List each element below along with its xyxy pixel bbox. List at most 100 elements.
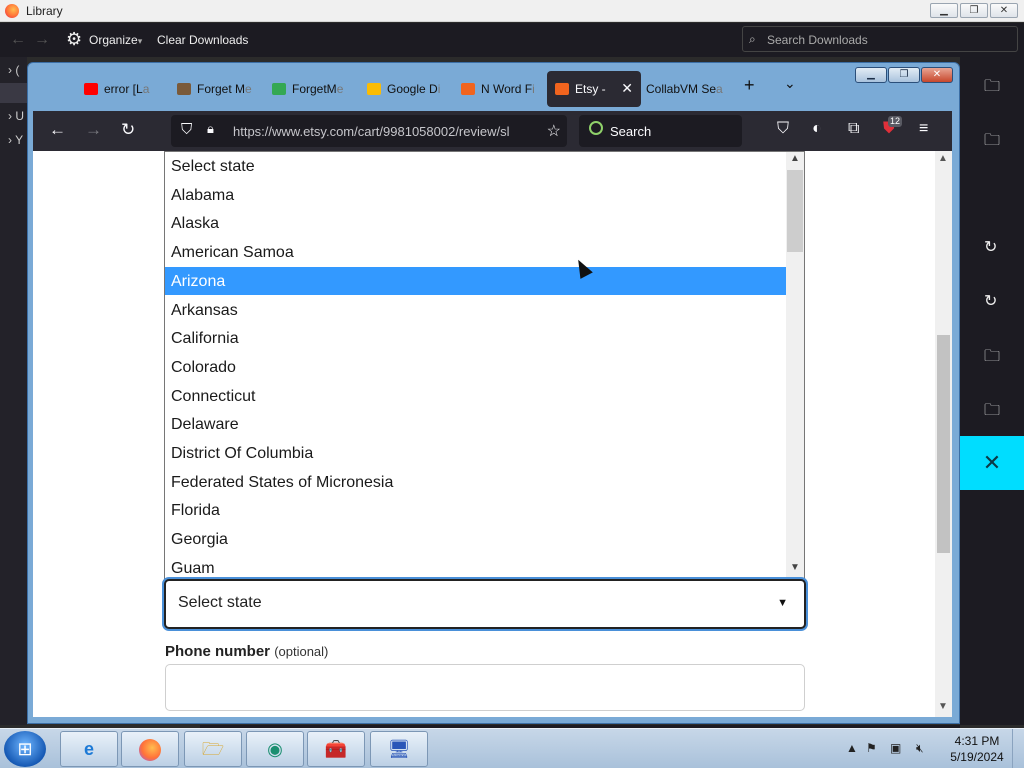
- tab-label-fade: i: [437, 82, 441, 96]
- phone-optional-note: (optional): [274, 644, 329, 659]
- youtube-icon: [84, 83, 98, 95]
- clock-date[interactable]: 5/19/2024: [948, 750, 1006, 764]
- sidebar-selected-row[interactable]: [0, 83, 27, 103]
- state-option[interactable]: Alabama: [165, 181, 787, 209]
- state-option[interactable]: Florida: [165, 496, 787, 524]
- state-option[interactable]: California: [165, 324, 787, 352]
- state-select[interactable]: Select state ▼: [164, 579, 806, 629]
- tab-3[interactable]: Google Di: [367, 71, 453, 107]
- file-explorer-icon[interactable]: 🗁: [184, 731, 242, 767]
- state-option[interactable]: Select state: [165, 152, 787, 180]
- folder-icon[interactable]: 🗀: [984, 399, 1000, 426]
- pocket-icon[interactable]: ⛉: [777, 120, 789, 138]
- state-option[interactable]: Arizona: [165, 267, 787, 295]
- back-arrow-icon[interactable]: ←: [49, 120, 66, 140]
- scroll-down-arrow-icon[interactable]: ▼: [790, 562, 800, 573]
- url-bar[interactable]: ⛉ 🔒︎ https://www.etsy.com/cart/998105800…: [171, 115, 567, 147]
- sidebar-expander-icon[interactable]: › U: [8, 109, 24, 123]
- volume-muted-icon[interactable]: 🔇︎: [916, 741, 924, 756]
- phone-number-input[interactable]: [165, 664, 805, 711]
- show-desktop-button[interactable]: [1012, 729, 1024, 768]
- folder-icon[interactable]: 🗀: [984, 345, 1000, 372]
- app-menu-hamburger-icon[interactable]: ≡: [919, 120, 928, 138]
- clear-downloads-button[interactable]: Clear Downloads: [157, 33, 248, 47]
- lock-icon[interactable]: 🔒︎: [207, 121, 214, 137]
- network-icon[interactable]: ▣: [890, 741, 901, 755]
- close-button[interactable]: ✕: [990, 3, 1018, 18]
- forward-arrow-icon[interactable]: →: [85, 120, 102, 140]
- remote-desktop-icon[interactable]: 🖥: [370, 731, 428, 767]
- search-downloads-input[interactable]: ⌕ Search Downloads: [742, 26, 1018, 52]
- state-option[interactable]: Delaware: [165, 410, 787, 438]
- caret-down-icon: ▼: [777, 597, 788, 609]
- close-tab-icon[interactable]: ✕: [621, 80, 633, 97]
- extensions-puzzle-icon[interactable]: ⧉: [848, 120, 859, 138]
- page-scrollbar[interactable]: ▲ ▼: [935, 151, 952, 717]
- state-option[interactable]: District Of Columbia: [165, 439, 787, 467]
- maximize-button[interactable]: ❐: [960, 3, 988, 18]
- etsy-icon: [461, 83, 475, 95]
- search-box[interactable]: Search: [579, 115, 742, 147]
- internet-explorer-icon[interactable]: e: [60, 731, 118, 767]
- scroll-up-arrow-icon[interactable]: ▲: [938, 153, 948, 164]
- tab-6[interactable]: CollabVM Sea: [646, 71, 732, 107]
- firefox-window: error [La Forget Me ForgetMe Google Di N Wor…: [27, 62, 960, 724]
- tab-4[interactable]: N Word Fi: [461, 71, 541, 107]
- app-icon[interactable]: ◉: [246, 731, 304, 767]
- chevron-down-icon: ▾: [137, 36, 143, 46]
- retry-icon[interactable]: ↻: [984, 291, 997, 311]
- dropdown-scroll-thumb[interactable]: [787, 170, 803, 252]
- show-hidden-icons-chevron-icon[interactable]: ▲: [846, 741, 858, 755]
- page-scroll-thumb[interactable]: [937, 335, 950, 553]
- state-option[interactable]: Guam: [165, 554, 787, 578]
- toolbox-icon[interactable]: 🧰: [307, 731, 365, 767]
- close-button[interactable]: ✕: [921, 67, 953, 83]
- scroll-up-arrow-icon[interactable]: ▲: [790, 153, 800, 164]
- tracking-protection-shield-icon[interactable]: ⛉: [181, 121, 192, 138]
- firefox-icon[interactable]: [121, 731, 179, 767]
- folder-icon[interactable]: 🗀: [984, 129, 1000, 156]
- library-sidebar: › ( › U › Y: [0, 57, 27, 725]
- retry-icon[interactable]: ↻: [984, 237, 997, 257]
- search-label: Search: [610, 124, 652, 139]
- start-button[interactable]: ⊞: [4, 731, 46, 767]
- tab-0[interactable]: error [La: [84, 71, 170, 107]
- forward-arrow-icon[interactable]: →: [34, 31, 50, 49]
- action-center-flag-icon[interactable]: ⚑: [866, 741, 877, 755]
- minimize-button[interactable]: ▁: [855, 67, 887, 83]
- search-icon: ⌕: [749, 32, 756, 46]
- state-option[interactable]: Federated States of Micronesia: [165, 468, 787, 496]
- state-option[interactable]: Arkansas: [165, 296, 787, 324]
- tab-label-fade: e: [245, 82, 252, 96]
- new-tab-plus-icon[interactable]: +: [744, 75, 755, 96]
- state-option[interactable]: American Samoa: [165, 238, 787, 266]
- tab-5[interactable]: Etsy - ✕: [547, 71, 641, 107]
- bookmark-star-icon[interactable]: ☆: [547, 121, 561, 141]
- maximize-button[interactable]: ❐: [888, 67, 920, 83]
- tab-1[interactable]: Forget Me: [177, 71, 263, 107]
- sidebar-expander-icon[interactable]: › Y: [8, 133, 23, 147]
- state-dropdown-list[interactable]: Select state Alabama Alaska American Samoa A…: [164, 151, 805, 579]
- dark-reader-icon[interactable]: ◐: [812, 120, 822, 138]
- tab-strip: error [La Forget Me ForgetMe Google Di N Wor…: [34, 67, 953, 110]
- tab-label: CollabVM Se: [646, 82, 717, 96]
- folder-icon[interactable]: 🗀: [984, 75, 1000, 102]
- gear-icon[interactable]: ⚙: [66, 29, 82, 50]
- state-option[interactable]: Colorado: [165, 353, 787, 381]
- sidebar-expander-icon[interactable]: › (: [8, 63, 19, 77]
- state-option[interactable]: Alaska: [165, 209, 787, 237]
- tab-label: Forget M: [197, 82, 246, 96]
- list-all-tabs-chevron-icon[interactable]: ⌄: [784, 75, 796, 92]
- cancel-download-close-icon[interactable]: ✕: [960, 436, 1024, 490]
- scroll-down-arrow-icon[interactable]: ▼: [938, 701, 948, 712]
- back-arrow-icon[interactable]: ←: [10, 31, 26, 49]
- minimize-button[interactable]: ▁: [930, 3, 958, 18]
- dropdown-scrollbar[interactable]: ▲ ▼: [786, 152, 804, 578]
- state-option[interactable]: Connecticut: [165, 382, 787, 410]
- reload-icon[interactable]: ↻: [121, 120, 135, 140]
- state-option[interactable]: Georgia: [165, 525, 787, 553]
- clock-time[interactable]: 4:31 PM: [952, 734, 1002, 748]
- tab-label-fade: i: [532, 82, 535, 96]
- organize-button[interactable]: Organize▾: [89, 33, 142, 47]
- tab-2[interactable]: ForgetMe: [272, 71, 358, 107]
